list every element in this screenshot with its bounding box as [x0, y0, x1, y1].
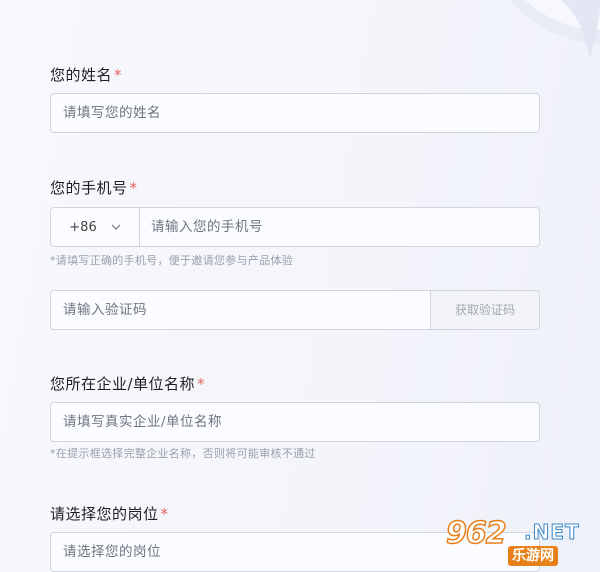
watermark-number: 962: [445, 515, 507, 552]
company-input-placeholder: 请填写真实企业/单位名称: [63, 414, 223, 430]
name-label: 您的姓名 *: [50, 64, 122, 85]
phone-input[interactable]: 请输入您的手机号: [151, 208, 263, 246]
company-label-text: 您所在企业/单位名称: [50, 375, 196, 393]
position-label: 请选择您的岗位 *: [50, 503, 169, 524]
phone-field: +86 请输入您的手机号: [50, 207, 540, 247]
company-input[interactable]: 请填写真实企业/单位名称: [50, 402, 540, 442]
name-label-text: 您的姓名: [50, 66, 113, 84]
watermark-domain: .NET: [524, 520, 580, 545]
verify-field: 请输入验证码 获取验证码: [50, 290, 540, 330]
chevron-down-icon: [111, 224, 121, 230]
verify-code-input[interactable]: 请输入验证码: [63, 291, 147, 329]
position-label-text: 请选择您的岗位: [50, 505, 159, 523]
site-watermark: 962 .NET 乐游网: [444, 515, 594, 568]
required-mark: *: [197, 375, 206, 393]
required-mark: *: [160, 505, 169, 523]
country-code-value: +86: [69, 219, 97, 235]
company-label: 您所在企业/单位名称 *: [50, 373, 205, 394]
required-mark: *: [114, 66, 123, 84]
position-select-placeholder: 请选择您的岗位: [63, 544, 161, 560]
required-mark: *: [129, 179, 138, 197]
name-input[interactable]: 请填写您的姓名: [50, 93, 540, 133]
phone-label-text: 您的手机号: [50, 179, 128, 197]
name-input-placeholder: 请填写您的姓名: [63, 105, 161, 121]
phone-hint: *请填写正确的手机号，便于邀请您参与产品体验: [50, 254, 294, 267]
phone-label: 您的手机号 *: [50, 177, 138, 198]
page-curl-decoration: [510, 0, 600, 60]
watermark-site-name: 乐游网: [508, 546, 558, 566]
get-code-button[interactable]: 获取验证码: [430, 291, 539, 329]
country-code-select[interactable]: +86: [51, 208, 140, 246]
company-hint: *在提示框选择完整企业名称，否则将可能审核不通过: [50, 447, 316, 460]
